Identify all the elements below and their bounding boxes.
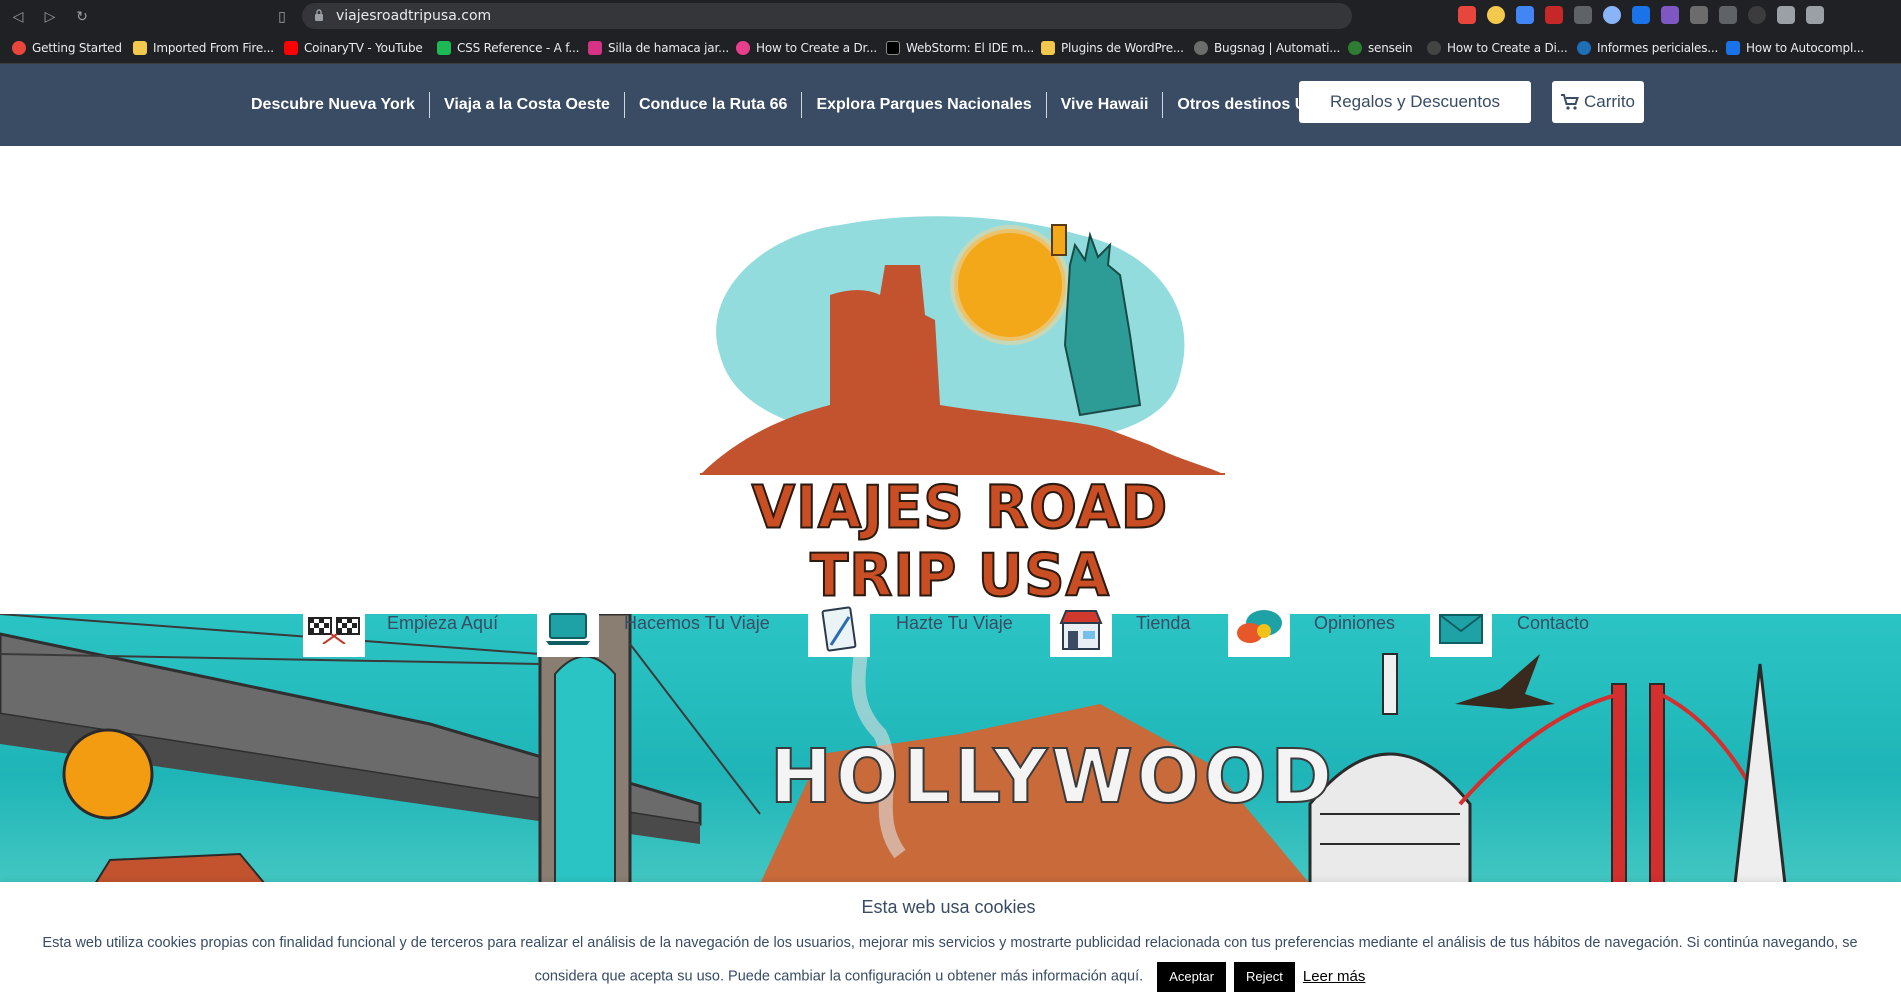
cart-icon [1560, 94, 1579, 110]
favicon-icon [1348, 41, 1362, 55]
cookie-banner: Esta web usa cookies Esta web utiliza co… [0, 882, 1901, 997]
bookmark-item[interactable]: CoinaryTV - YouTube [284, 40, 423, 56]
favicon-icon [1427, 41, 1441, 55]
bookmark-item[interactable]: Silla de hamaca jar... [588, 40, 729, 56]
chat-bubbles-icon [1228, 601, 1290, 657]
checkered-flags-icon [303, 601, 365, 657]
folder-icon [133, 41, 147, 55]
address-bar[interactable]: viajesroadtripusa.com [302, 3, 1352, 29]
extension-icon[interactable] [1545, 6, 1563, 24]
reject-button[interactable]: Reject [1234, 961, 1295, 992]
forward-icon[interactable]: ▷ [40, 6, 60, 26]
bookmark-item[interactable]: How to Create a Dr... [736, 40, 877, 56]
menu-item-ruta-66[interactable]: Conduce la Ruta 66 [625, 92, 803, 118]
quick-link-label: Opiniones [1314, 613, 1396, 633]
cookie-message: Esta web utiliza cookies propias con fin… [30, 927, 1870, 993]
jetbrains-icon [886, 41, 900, 55]
quick-link-label: Tienda [1136, 613, 1191, 633]
favicon-icon [12, 41, 26, 55]
bookmark-item[interactable]: How to Autocompl... [1726, 40, 1864, 56]
lock-icon [315, 9, 323, 21]
extension-icon[interactable] [1487, 6, 1505, 24]
hero-banner: HOLLYWOOD [0, 614, 1901, 884]
laptop-icon [537, 601, 599, 657]
main-menu: Descubre Nueva York Viaja a la Costa Oes… [237, 64, 1343, 146]
favicon-icon [1194, 41, 1208, 55]
menu-item-parques-nacionales[interactable]: Explora Parques Nacionales [802, 92, 1047, 118]
logo-illustration [700, 216, 1225, 477]
regalos-button[interactable]: Regalos y Descuentos [1299, 81, 1531, 123]
bookmark-item[interactable]: How to Create a Di... [1427, 40, 1568, 56]
quick-link-label: Contacto [1517, 613, 1590, 633]
site-header: Descubre Nueva York Viaja a la Costa Oes… [0, 64, 1901, 146]
cart-label: Carrito [1583, 92, 1635, 111]
extension-icon[interactable] [1574, 6, 1592, 24]
extension-icon[interactable] [1661, 6, 1679, 24]
bookmark-item[interactable]: Plugins de WordPre... [1041, 40, 1184, 56]
extension-icon[interactable] [1632, 6, 1650, 24]
bookmarks-bar: Getting Started Imported From Fire... Co… [0, 31, 1901, 64]
favicon-icon [1726, 41, 1740, 55]
cookie-actions: Aceptar Reject Leer más [1157, 960, 1365, 993]
extension-icons [1458, 6, 1824, 26]
favicon-icon [736, 41, 750, 55]
quick-link-label: Hazte Tu Viaje [896, 613, 1013, 633]
quick-link-label: Hacemos Tu Viaje [624, 613, 770, 633]
favicon-icon [588, 41, 602, 55]
notepad-icon [808, 601, 870, 657]
cookie-title: Esta web usa cookies [861, 897, 1036, 917]
extension-icon[interactable] [1748, 6, 1766, 24]
folder-icon [1041, 41, 1055, 55]
bookmark-icon[interactable]: ▯ [272, 6, 292, 26]
envelope-icon [1430, 601, 1492, 657]
menu-item-nueva-york[interactable]: Descubre Nueva York [237, 92, 430, 118]
hollywood-sign: HOLLYWOOD [769, 733, 1337, 821]
extension-icon[interactable] [1690, 6, 1708, 24]
bookmark-item[interactable]: Getting Started [12, 40, 122, 56]
back-icon[interactable]: ◁ [8, 6, 28, 26]
site-logo[interactable]: VIAJES ROAD TRIP USA [680, 205, 1240, 611]
cookie-text: Esta web utiliza cookies propias con fin… [42, 935, 1858, 985]
quick-link-label: Empieza Aquí [387, 613, 499, 633]
extension-icon[interactable] [1603, 6, 1621, 24]
extension-icon[interactable] [1458, 6, 1476, 24]
browser-toolbar: ◁ ▷ ↻ ▯ viajesroadtripusa.com [0, 0, 1901, 31]
bookmark-item[interactable]: sensein [1348, 40, 1413, 56]
puzzle-icon[interactable] [1777, 6, 1795, 24]
bookmark-item[interactable]: Bugsnag | Automati... [1194, 40, 1340, 56]
url-text: viajesroadtripusa.com [336, 8, 492, 24]
youtube-icon [284, 41, 298, 55]
cart-button[interactable]: Carrito [1552, 81, 1644, 123]
bookmark-item[interactable]: CSS Reference - A f... [437, 40, 579, 56]
wordpress-icon [1577, 41, 1591, 55]
reload-icon[interactable]: ↻ [72, 6, 92, 26]
bookmark-item[interactable]: Informes periciales... [1577, 40, 1718, 56]
bookmark-item[interactable]: WebStorm: El IDE m... [886, 40, 1034, 56]
store-icon [1050, 601, 1112, 657]
menu-item-costa-oeste[interactable]: Viaja a la Costa Oeste [430, 92, 625, 118]
extension-icon[interactable] [1516, 6, 1534, 24]
logo-title: VIAJES ROAD TRIP USA [751, 473, 1169, 612]
menu-item-hawaii[interactable]: Vive Hawaii [1047, 92, 1164, 118]
extension-icon[interactable] [1719, 6, 1737, 24]
read-more-link[interactable]: Leer más [1303, 960, 1366, 993]
bookmark-item[interactable]: Imported From Fire... [133, 40, 274, 56]
wallet-icon[interactable] [1806, 6, 1824, 24]
accept-button[interactable]: Aceptar [1157, 961, 1226, 992]
favicon-icon [437, 41, 451, 55]
